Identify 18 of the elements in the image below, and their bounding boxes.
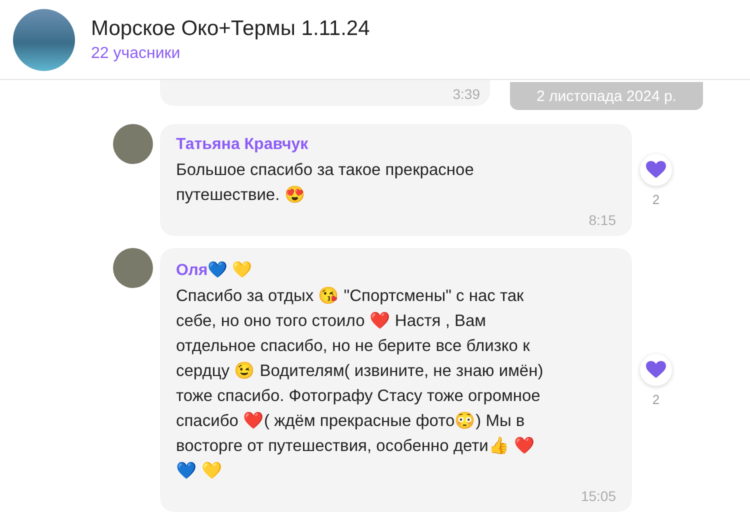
heart-reaction-button[interactable] <box>640 354 672 386</box>
reaction-count: 2 <box>652 192 660 206</box>
message-time: 8:15 <box>588 212 616 228</box>
message-text: Большое спасибо за такое прекрасное путешествие. 😍 <box>176 160 475 206</box>
heart-icon <box>646 160 666 178</box>
reaction-count: 2 <box>652 392 660 406</box>
author-name[interactable]: Татьяна Кравчук <box>176 136 616 154</box>
author-name[interactable]: Оля💙 💛 <box>176 260 616 280</box>
chat-title: Морское Око+Термы 1.11.24 <box>91 16 370 40</box>
user-avatar <box>113 124 153 164</box>
message-text: Спасибо за отдых 😘 "Спортсмены" с нас так себе, но оно того стоило ❤ Настя , Вам отдельное спасибо, но не берите все близко к сердцу 😉 Водителям( извините, не знаю имён) тоже спасибо. Фотографу Стасу тоже огромное спасибо ❤( ждём прекрасные фото😳) Мы в восторге от путешествия, особенно дети👍 ❤ 💙 💛 <box>176 286 544 482</box>
heart-reaction-button[interactable] <box>640 154 672 186</box>
message-time: 3:39 <box>452 86 480 102</box>
date-label: 2 листопада 2024 р. <box>510 82 703 110</box>
message-time: 15:05 <box>580 488 616 504</box>
heart-icon <box>646 360 666 378</box>
user-avatar <box>113 248 153 288</box>
member-count[interactable]: 22 учасники <box>91 44 370 62</box>
